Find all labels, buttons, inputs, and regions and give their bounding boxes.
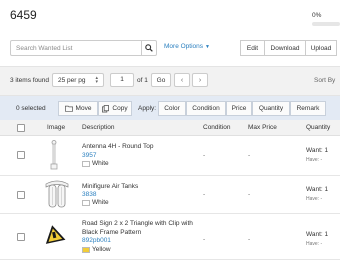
max-price-value[interactable]: -	[248, 191, 250, 198]
row-checkbox[interactable]	[17, 151, 25, 159]
per-page-label: 25 per pg	[58, 76, 86, 84]
page-header: 6459 0%	[0, 0, 340, 34]
search-input[interactable]	[10, 40, 142, 56]
apply-color-button[interactable]: Color	[158, 101, 186, 116]
more-options-label: More Options	[164, 43, 204, 50]
sort-by-label[interactable]: Sort By	[314, 77, 335, 84]
part-name: Minifigure Air Tanks	[82, 183, 139, 190]
header-quantity: Quantity	[306, 124, 331, 131]
header-condition: Condition	[203, 124, 231, 131]
have-quantity: Have: -	[306, 157, 323, 163]
row-checkbox[interactable]	[17, 233, 25, 241]
header-max-price: Max Price	[248, 124, 277, 131]
apply-price-button[interactable]: Price	[226, 101, 252, 116]
download-button[interactable]: Download	[264, 40, 306, 56]
page-title: 6459	[10, 8, 37, 22]
want-quantity[interactable]: Want: 1	[306, 186, 328, 193]
chevron-left-icon: ‹	[180, 76, 184, 84]
apply-label: Apply:	[138, 105, 157, 112]
move-label: Move	[75, 105, 92, 112]
copy-button[interactable]: Copy	[98, 101, 132, 116]
air-tanks-icon	[45, 180, 69, 208]
apply-condition-button[interactable]: Condition	[186, 101, 226, 116]
color-name: Yellow	[92, 246, 111, 253]
part-number-link[interactable]: 3957	[82, 152, 96, 159]
search-icon	[145, 44, 153, 52]
progress-bar	[312, 22, 340, 26]
next-page-button[interactable]: ›	[192, 73, 208, 87]
progress-label: 0%	[312, 12, 322, 19]
apply-remark-button[interactable]: Remark	[290, 101, 326, 116]
more-options-link[interactable]: More Options ▼	[164, 43, 210, 50]
color-name: White	[92, 199, 109, 206]
color-name: White	[92, 160, 109, 167]
part-name-line-2: Black Frame Pattern	[82, 229, 142, 236]
condition-value[interactable]: -	[203, 236, 205, 243]
condition-value[interactable]: -	[203, 191, 205, 198]
want-quantity[interactable]: Want: 1	[306, 147, 328, 154]
color-swatch	[82, 247, 90, 253]
per-page-select[interactable]: 25 per pg ▴ ▾	[52, 73, 104, 87]
move-button[interactable]: Move	[58, 101, 98, 116]
header-description: Description	[82, 124, 115, 131]
have-quantity: Have: -	[306, 196, 323, 202]
edit-button[interactable]: Edit	[240, 40, 265, 56]
want-quantity[interactable]: Want: 1	[306, 231, 328, 238]
color-swatch	[82, 200, 90, 206]
prev-page-button[interactable]: ‹	[174, 73, 190, 87]
upload-button[interactable]: Upload	[305, 40, 337, 56]
max-price-value[interactable]: -	[248, 236, 250, 243]
part-name-line-1: Road Sign 2 x 2 Triangle with Clip with	[82, 220, 193, 227]
have-quantity: Have: -	[306, 241, 323, 247]
max-price-value[interactable]: -	[248, 152, 250, 159]
page-number-input[interactable]: 1	[110, 73, 134, 87]
select-all-checkbox[interactable]	[17, 124, 25, 132]
go-button[interactable]: Go	[151, 73, 171, 87]
header-image: Image	[47, 124, 66, 131]
caret-down-icon: ▼	[205, 44, 210, 50]
items-found: 3 items found	[10, 77, 50, 84]
antenna-icon	[50, 140, 58, 170]
apply-quantity-button[interactable]: Quantity	[252, 101, 290, 116]
row-checkbox[interactable]	[17, 191, 25, 199]
chevron-right-icon: ›	[198, 76, 202, 84]
search-button[interactable]	[141, 40, 157, 56]
part-number-link[interactable]: 3838	[82, 191, 96, 198]
copy-label: Copy	[112, 105, 128, 112]
road-sign-icon	[45, 225, 66, 244]
copy-icon	[102, 104, 110, 112]
select-arrows-icon: ▴ ▾	[95, 75, 98, 85]
folder-icon	[64, 105, 73, 112]
part-number-link[interactable]: 892pb001	[82, 237, 111, 244]
selected-count: 0 selected	[16, 105, 46, 112]
condition-value[interactable]: -	[203, 152, 205, 159]
page-count: of 1	[137, 77, 148, 84]
part-name: Antenna 4H - Round Top	[82, 143, 154, 150]
color-swatch	[82, 161, 90, 167]
